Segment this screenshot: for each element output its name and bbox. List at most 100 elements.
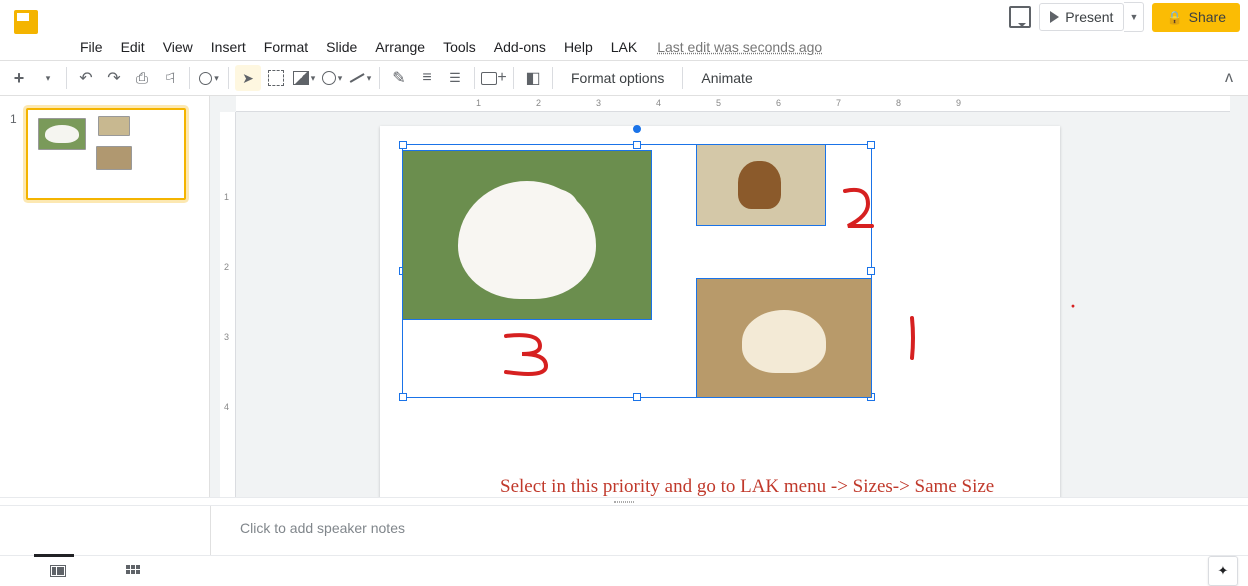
border-dash-button[interactable] bbox=[442, 65, 468, 91]
main-area: 1 1 2 3 4 5 6 7 8 9 1 2 3 4 bbox=[0, 96, 1248, 497]
new-slide-dropdown[interactable] bbox=[34, 65, 60, 91]
ruler-tick: 4 bbox=[656, 98, 661, 108]
title-bar: Present ▼ Share bbox=[0, 0, 1248, 34]
menu-insert[interactable]: Insert bbox=[203, 36, 254, 58]
textbox-tool[interactable] bbox=[263, 65, 289, 91]
thumb-image bbox=[98, 116, 130, 136]
print-button[interactable] bbox=[129, 65, 155, 91]
slide-number: 1 bbox=[10, 108, 20, 200]
explore-button[interactable]: ✦ bbox=[1208, 556, 1238, 586]
ruler-tick: 1 bbox=[224, 192, 229, 202]
menu-view[interactable]: View bbox=[155, 36, 201, 58]
canvas-area[interactable]: 1 2 3 4 5 6 7 8 9 1 2 3 4 bbox=[210, 96, 1248, 497]
rotate-handle[interactable] bbox=[633, 125, 641, 133]
slide-thumbnail-1[interactable] bbox=[26, 108, 186, 200]
filmstrip-view-button[interactable] bbox=[50, 565, 66, 577]
animate-button[interactable]: Animate bbox=[689, 65, 764, 91]
slide-thumbnail-row[interactable]: 1 bbox=[10, 108, 199, 200]
border-weight-button[interactable] bbox=[414, 65, 440, 91]
shape-dropdown[interactable] bbox=[319, 65, 345, 91]
resize-handle-n[interactable] bbox=[633, 141, 641, 149]
select-tool[interactable]: ➤ bbox=[235, 65, 261, 91]
ruler-tick: 7 bbox=[836, 98, 841, 108]
menu-arrange[interactable]: Arrange bbox=[367, 36, 433, 58]
annotation-dot: · bbox=[1070, 296, 1076, 317]
menu-file[interactable]: File bbox=[72, 36, 111, 58]
slide-image-german-shepherd[interactable] bbox=[696, 144, 826, 226]
filmstrip[interactable]: 1 bbox=[0, 96, 210, 497]
last-edit-link[interactable]: Last edit was seconds ago bbox=[657, 39, 822, 55]
ruler-tick: 1 bbox=[476, 98, 481, 108]
notes-resize-handle[interactable] bbox=[0, 497, 1248, 505]
ruler-tick: 2 bbox=[536, 98, 541, 108]
toolbar: ➤ + ◧ Format options Animate ʌ bbox=[0, 60, 1248, 96]
bottom-bar: ✦ bbox=[0, 555, 1248, 585]
grid-view-button[interactable] bbox=[126, 565, 140, 577]
toolbar-separator bbox=[513, 67, 514, 89]
slides-logo[interactable] bbox=[6, 2, 46, 42]
ruler-tick: 6 bbox=[776, 98, 781, 108]
annotation-3 bbox=[500, 330, 560, 388]
toolbar-separator bbox=[552, 67, 553, 89]
ruler-tick: 9 bbox=[956, 98, 961, 108]
toolbar-separator bbox=[474, 67, 475, 89]
speaker-notes-placeholder: Click to add speaker notes bbox=[240, 520, 405, 536]
paint-format-button[interactable] bbox=[157, 65, 183, 91]
active-view-underline bbox=[34, 554, 74, 557]
resize-handle-ne[interactable] bbox=[867, 141, 875, 149]
redo-button[interactable] bbox=[101, 65, 127, 91]
thumb-image bbox=[96, 146, 132, 170]
slide-image-white-dog[interactable] bbox=[402, 150, 652, 320]
menu-format[interactable]: Format bbox=[256, 36, 316, 58]
ruler-tick: 3 bbox=[224, 332, 229, 342]
instruction-text: Select in this priority and go to LAK me… bbox=[500, 476, 994, 497]
ruler-tick: 4 bbox=[224, 402, 229, 412]
lock-icon bbox=[1166, 9, 1182, 26]
toolbar-separator bbox=[682, 67, 683, 89]
collapse-toolbar-button[interactable]: ʌ bbox=[1216, 65, 1242, 91]
undo-button[interactable] bbox=[73, 65, 99, 91]
menu-edit[interactable]: Edit bbox=[113, 36, 153, 58]
menu-slide[interactable]: Slide bbox=[318, 36, 365, 58]
toolbar-separator bbox=[379, 67, 380, 89]
annotation-1 bbox=[904, 314, 924, 370]
thumb-image bbox=[38, 118, 86, 150]
share-label: Share bbox=[1189, 9, 1226, 25]
resize-handle-e[interactable] bbox=[867, 267, 875, 275]
menu-lak[interactable]: LAK bbox=[603, 36, 645, 58]
format-options-button[interactable]: Format options bbox=[559, 65, 676, 91]
horizontal-ruler[interactable]: 1 2 3 4 5 6 7 8 9 bbox=[236, 96, 1230, 112]
slide-canvas[interactable]: Select in this priority and go to LAK me… bbox=[380, 126, 1060, 497]
menu-bar: File Edit View Insert Format Slide Arran… bbox=[0, 34, 1248, 60]
ruler-tick: 8 bbox=[896, 98, 901, 108]
toolbar-separator bbox=[228, 67, 229, 89]
vertical-scrollbar[interactable] bbox=[1234, 116, 1246, 493]
present-label: Present bbox=[1065, 9, 1113, 25]
toolbar-separator bbox=[189, 67, 190, 89]
resize-handle-s[interactable] bbox=[633, 393, 641, 401]
insert-image-dropdown[interactable] bbox=[291, 65, 317, 91]
new-slide-button[interactable] bbox=[6, 65, 32, 91]
resize-handle-sw[interactable] bbox=[399, 393, 407, 401]
speaker-notes[interactable]: Click to add speaker notes bbox=[0, 505, 1248, 555]
ruler-tick: 5 bbox=[716, 98, 721, 108]
mask-image-button[interactable]: ◧ bbox=[520, 65, 546, 91]
menu-tools[interactable]: Tools bbox=[435, 36, 484, 58]
menu-help[interactable]: Help bbox=[556, 36, 601, 58]
present-dropdown[interactable]: ▼ bbox=[1124, 2, 1144, 32]
line-dropdown[interactable] bbox=[347, 65, 373, 91]
share-button[interactable]: Share bbox=[1152, 3, 1240, 32]
slide-image-puppy[interactable] bbox=[696, 278, 872, 398]
crop-image-button[interactable]: + bbox=[481, 65, 507, 91]
annotation-2 bbox=[840, 186, 880, 244]
present-button[interactable]: Present bbox=[1039, 3, 1124, 31]
play-icon bbox=[1050, 11, 1059, 23]
zoom-dropdown[interactable] bbox=[196, 65, 222, 91]
ruler-tick: 2 bbox=[224, 262, 229, 272]
resize-handle-nw[interactable] bbox=[399, 141, 407, 149]
open-comment-history-icon[interactable] bbox=[1009, 6, 1031, 28]
vertical-ruler[interactable]: 1 2 3 4 bbox=[220, 112, 236, 497]
border-color-button[interactable] bbox=[386, 65, 412, 91]
toolbar-separator bbox=[66, 67, 67, 89]
menu-addons[interactable]: Add-ons bbox=[486, 36, 554, 58]
